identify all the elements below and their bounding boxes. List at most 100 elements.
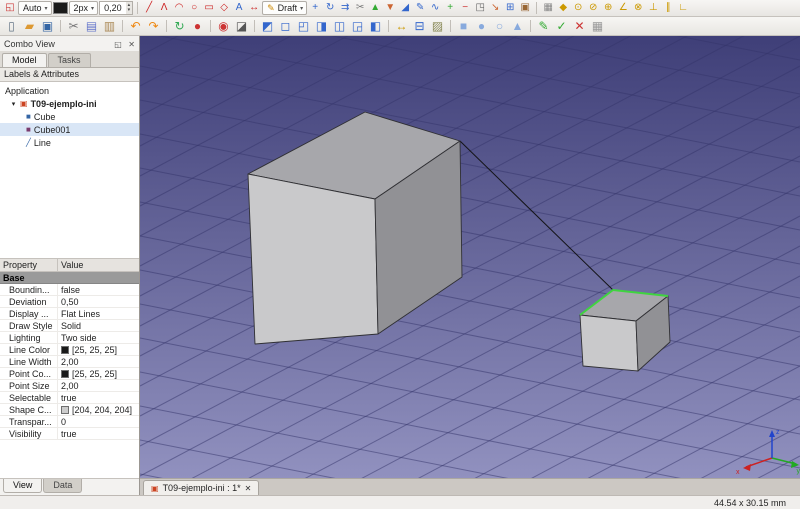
tree-item-cube[interactable]: ■ Cube xyxy=(0,110,139,123)
viewport-background[interactable] xyxy=(140,36,800,478)
sketch-validate-icon[interactable]: ✓ xyxy=(553,18,570,35)
sketch-new-icon[interactable]: ✎ xyxy=(535,18,552,35)
tree-item-document[interactable]: ▾ ▣ T09-ejemplo-ini xyxy=(0,97,139,110)
draft-circle-icon[interactable]: ○ xyxy=(187,1,201,15)
snap-ortho-icon[interactable]: ∟ xyxy=(676,1,690,15)
document-tab[interactable]: ▣ T09-ejemplo-ini : 1* ✕ xyxy=(143,480,260,495)
3d-viewport[interactable]: x y z xyxy=(140,36,800,478)
part-box-icon[interactable]: ■ xyxy=(455,18,472,35)
draft-shape2dview-icon[interactable]: ◳ xyxy=(473,1,487,15)
undo-icon[interactable]: ↶ xyxy=(127,18,144,35)
stop-icon[interactable]: ● xyxy=(189,18,206,35)
sketch-leave-icon[interactable]: ✕ xyxy=(571,18,588,35)
panel-close-button[interactable]: ✕ xyxy=(128,40,135,49)
front-view-icon[interactable]: ◻ xyxy=(277,18,294,35)
property-row[interactable]: Selectable true xyxy=(0,392,139,404)
left-view-icon[interactable]: ◧ xyxy=(367,18,384,35)
property-row[interactable]: Shape C... [204, 204, 204] xyxy=(0,404,139,416)
draft-dimension-icon[interactable]: ↔ xyxy=(247,1,261,15)
large-cube-front-face[interactable] xyxy=(247,173,379,345)
refresh-icon[interactable]: ↻ xyxy=(171,18,188,35)
draft-wire-to-bspline-icon[interactable]: ∿ xyxy=(428,1,442,15)
texture-icon[interactable]: ▨ xyxy=(429,18,446,35)
draft-upgrade-icon[interactable]: ▲ xyxy=(368,1,382,15)
tree-item-application[interactable]: Application xyxy=(0,84,139,97)
draft-move-icon[interactable]: + xyxy=(308,1,322,15)
draft-remove-point-icon[interactable]: − xyxy=(458,1,472,15)
paste-icon[interactable]: ▥ xyxy=(101,18,118,35)
property-row[interactable]: Visibility true xyxy=(0,428,139,440)
line-width-combo[interactable]: 2px ▾ xyxy=(68,1,99,15)
fit-all-icon[interactable]: ◉ xyxy=(215,18,232,35)
rear-view-icon[interactable]: ◫ xyxy=(331,18,348,35)
property-row[interactable]: Line Width 2,00 xyxy=(0,356,139,368)
snap-intersection-icon[interactable]: ⊗ xyxy=(631,1,645,15)
open-file-icon[interactable]: ▰ xyxy=(21,18,38,35)
new-file-icon[interactable]: ▯ xyxy=(3,18,20,35)
top-view-icon[interactable]: ◰ xyxy=(295,18,312,35)
panel-float-button[interactable]: ◱ xyxy=(114,40,122,49)
snap-lock-icon[interactable]: ◆ xyxy=(556,1,570,15)
workbench-selector[interactable]: ✎ Draft ▾ xyxy=(262,1,308,15)
draft-line-icon[interactable]: ╱ xyxy=(142,1,156,15)
small-cube-front-face[interactable] xyxy=(579,314,639,372)
scale-spinbox[interactable]: 0,20 ▴ ▾ xyxy=(99,1,134,15)
draft-polygon-icon[interactable]: ◇ xyxy=(217,1,231,15)
draft-rectangle-icon[interactable]: ▭ xyxy=(202,1,216,15)
redo-icon[interactable]: ↷ xyxy=(145,18,162,35)
tab-tasks[interactable]: Tasks xyxy=(47,53,91,67)
property-row[interactable]: Display ... Flat Lines xyxy=(0,308,139,320)
tab-model[interactable]: Model xyxy=(2,53,47,67)
working-plane-combo[interactable]: Auto ▾ xyxy=(18,1,52,15)
bottom-view-icon[interactable]: ◲ xyxy=(349,18,366,35)
draft-scale-icon[interactable]: ◢ xyxy=(398,1,412,15)
property-row[interactable]: Boundin... false xyxy=(0,284,139,296)
property-row[interactable]: Deviation 0,50 xyxy=(0,296,139,308)
tab-close-icon[interactable]: ✕ xyxy=(245,484,252,493)
tab-data[interactable]: Data xyxy=(43,479,83,493)
property-row[interactable]: Lighting Two side xyxy=(0,332,139,344)
property-row[interactable]: Transpar... 0 xyxy=(0,416,139,428)
snap-endpoint-icon[interactable]: ⊙ xyxy=(571,1,585,15)
snap-perpendicular-icon[interactable]: ⊥ xyxy=(646,1,660,15)
part-cylinder-icon[interactable]: ● xyxy=(473,18,490,35)
property-row[interactable]: Draw Style Solid xyxy=(0,320,139,332)
line-color-button[interactable] xyxy=(52,2,68,14)
panels-toggle-icon[interactable]: ▦ xyxy=(589,18,606,35)
expander-icon[interactable]: ▾ xyxy=(10,100,17,108)
tab-view[interactable]: View xyxy=(3,479,43,493)
draft-add-point-icon[interactable]: + xyxy=(443,1,457,15)
part-sphere-icon[interactable]: ○ xyxy=(491,18,508,35)
toggle-grid-icon[interactable]: ▦ xyxy=(541,1,555,15)
draft-offset-icon[interactable]: ⇉ xyxy=(338,1,352,15)
copy-icon[interactable]: ▤ xyxy=(83,18,100,35)
draft-text-icon[interactable]: A xyxy=(232,1,246,15)
property-row[interactable]: Point Co... [25, 25, 25] xyxy=(0,368,139,380)
draft-polyline-icon[interactable]: Λ xyxy=(157,1,171,15)
part-cone-icon[interactable]: ▲ xyxy=(509,18,526,35)
draft-to-sketch-icon[interactable]: ↘ xyxy=(488,1,502,15)
right-view-icon[interactable]: ◨ xyxy=(313,18,330,35)
property-row[interactable]: Point Size 2,00 xyxy=(0,380,139,392)
draft-rotate-icon[interactable]: ↻ xyxy=(323,1,337,15)
snap-midpoint-icon[interactable]: ⊘ xyxy=(586,1,600,15)
construction-mode-icon[interactable]: ◱ xyxy=(3,1,17,15)
snap-center-icon[interactable]: ⊕ xyxy=(601,1,615,15)
property-group-base[interactable]: Base xyxy=(0,272,139,284)
clipping-plane-icon[interactable]: ⊟ xyxy=(411,18,428,35)
measure-distance-icon[interactable]: ↔ xyxy=(393,18,410,35)
snap-parallel-icon[interactable]: ∥ xyxy=(661,1,675,15)
draft-downgrade-icon[interactable]: ▼ xyxy=(383,1,397,15)
tree-item-cube001[interactable]: ■ Cube001 xyxy=(0,123,139,136)
draft-arc-icon[interactable]: ◠ xyxy=(172,1,186,15)
draft-edit-icon[interactable]: ✎ xyxy=(413,1,427,15)
draft-clone-icon[interactable]: ▣ xyxy=(518,1,532,15)
tree-item-line[interactable]: ╱ Line xyxy=(0,136,139,149)
save-icon[interactable]: ▣ xyxy=(39,18,56,35)
cut-icon[interactable]: ✂ xyxy=(65,18,82,35)
spinner-arrows-icon[interactable]: ▴ ▾ xyxy=(125,2,133,14)
snap-angle-icon[interactable]: ∠ xyxy=(616,1,630,15)
draft-array-icon[interactable]: ⊞ xyxy=(503,1,517,15)
draw-style-icon[interactable]: ◪ xyxy=(233,18,250,35)
draft-trimex-icon[interactable]: ✂ xyxy=(353,1,367,15)
